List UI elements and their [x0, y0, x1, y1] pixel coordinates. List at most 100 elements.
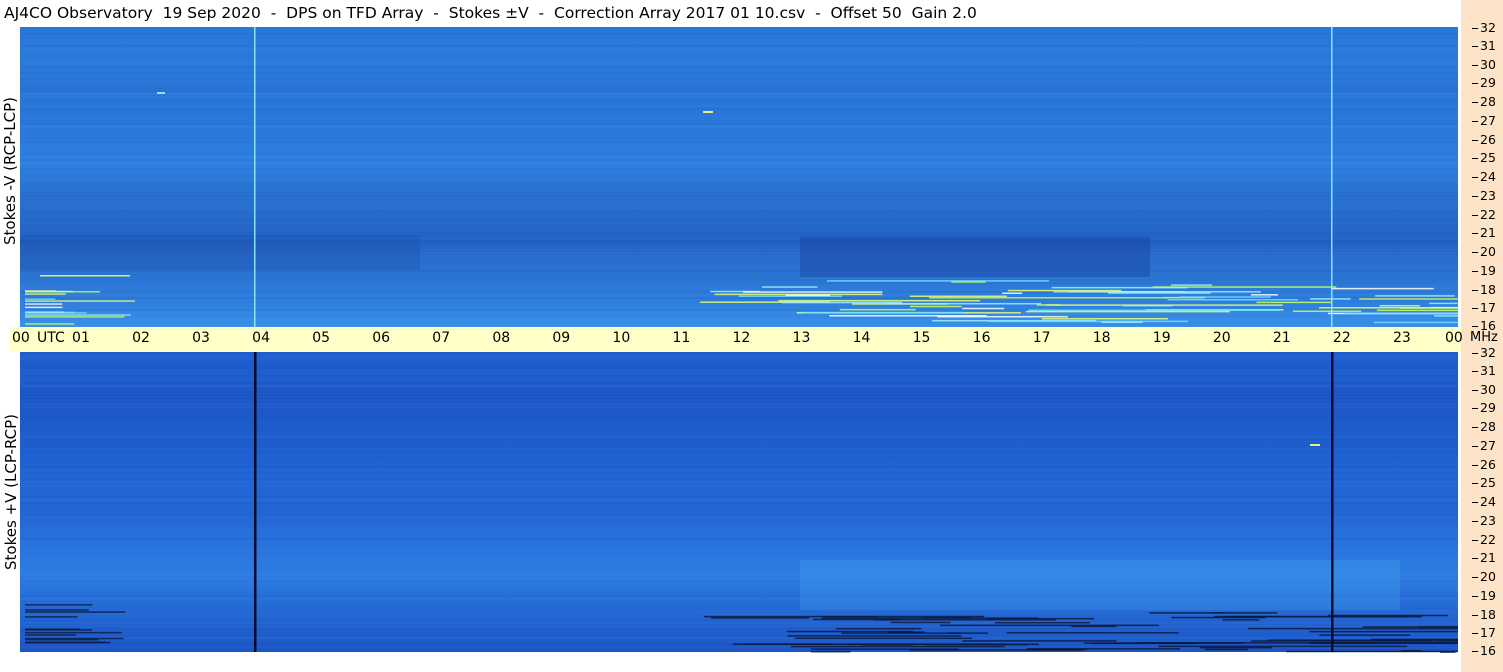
rfi-streak — [743, 643, 831, 645]
y-tick-mark — [1472, 28, 1478, 29]
spectrogram-band — [20, 162, 1458, 164]
spectrogram-band — [20, 180, 1458, 182]
rfi-streak — [781, 301, 903, 304]
y-tick-label: 19 — [1480, 262, 1496, 278]
x-tick-label: 00 — [12, 330, 30, 346]
rfi-streak — [25, 611, 126, 613]
spectrogram-band — [20, 93, 1458, 95]
rfi-streak — [25, 291, 101, 293]
spectrogram-band — [20, 355, 1458, 357]
spectrogram-band — [20, 111, 1458, 113]
rfi-streak — [841, 632, 961, 634]
x-tick-label: 05 — [312, 330, 331, 346]
x-axis-unit-label: UTC — [37, 330, 65, 346]
spectrogram-band — [20, 48, 1458, 50]
spectrogram-band — [20, 421, 1458, 423]
rfi-streak — [810, 650, 851, 653]
x-tick-label: 10 — [612, 330, 631, 346]
spectrogram-band — [20, 445, 1458, 447]
rfi-streak — [1041, 318, 1168, 320]
y-tick-label: 30 — [1480, 56, 1496, 72]
x-tick-label: 06 — [372, 330, 391, 346]
y-tick-mark — [1472, 558, 1478, 560]
spectrogram-band — [20, 484, 1458, 486]
spectrogram-band — [20, 306, 1458, 308]
y-tick-mark — [1472, 177, 1478, 178]
y-tick-mark — [1472, 45, 1478, 47]
rfi-streak — [929, 296, 1167, 299]
y-tick-mark — [1472, 214, 1478, 216]
spectrogram-band — [20, 433, 1458, 435]
spectrogram-band — [20, 532, 1458, 534]
rfi-streak — [25, 323, 75, 325]
spectrogram-band — [20, 403, 1458, 405]
spectrogram-band — [20, 514, 1458, 516]
spectrogram-band — [20, 207, 1458, 209]
y-tick-label: 25 — [1480, 150, 1496, 166]
rfi-streak — [1006, 632, 1179, 634]
spectrogram-band — [20, 376, 1458, 378]
y-tick-label: 28 — [1480, 419, 1496, 434]
rfi-streak — [829, 315, 987, 317]
spectrogram-band — [20, 472, 1458, 474]
y-tick-label: 29 — [1480, 400, 1496, 416]
y-tick-mark — [1472, 353, 1478, 354]
y-tick-mark — [1472, 445, 1478, 447]
spectrogram-band — [20, 493, 1458, 495]
spectrogram-band — [20, 469, 1458, 471]
y-tick-mark — [1472, 408, 1478, 410]
x-tick-label: 07 — [432, 330, 451, 346]
rfi-streak — [1222, 619, 1260, 621]
y-tick-mark — [1472, 83, 1478, 85]
y-tick-label: 27 — [1480, 437, 1496, 453]
spectrogram-band — [20, 622, 1458, 624]
rfi-streak — [1330, 287, 1434, 290]
rfi-streak — [25, 631, 122, 634]
y-tick-label: 21 — [1480, 225, 1496, 241]
spectrogram-band — [20, 288, 1458, 290]
spectrogram-band — [20, 54, 1458, 56]
rfi-streak — [25, 628, 80, 630]
spectrogram-band — [20, 78, 1458, 80]
spectrogram-band — [20, 406, 1458, 408]
rfi-streak — [1002, 292, 1023, 294]
spectrogram-band — [20, 640, 1458, 642]
rfi-streak — [1359, 298, 1458, 300]
spectrogram-band — [20, 39, 1458, 41]
spectrogram-band — [20, 60, 1458, 62]
spectrogram-band — [20, 276, 1458, 278]
spectrogram-band — [20, 51, 1458, 53]
spectrogram-band — [20, 409, 1458, 411]
rfi-streak — [962, 640, 1117, 642]
spectrogram-band — [20, 550, 1458, 552]
spectrogram-band — [20, 120, 1458, 122]
x-tick-label: 17 — [1032, 330, 1051, 346]
x-tick-label: 19 — [1152, 330, 1171, 346]
rfi-streak — [1251, 640, 1458, 642]
spectrogram-band — [20, 526, 1458, 528]
spectrogram-band — [20, 279, 1458, 281]
rfi-streak — [25, 316, 125, 318]
spectrogram-band — [20, 150, 1458, 152]
rfi-streak — [778, 299, 981, 302]
y-tick-label: 28 — [1480, 94, 1496, 109]
x-tick-label: 12 — [732, 330, 751, 346]
y-tick-label: 20 — [1480, 569, 1496, 584]
y-tick-label: 18 — [1480, 281, 1496, 297]
y-tick-mark — [1472, 633, 1478, 635]
spectrogram-band — [20, 394, 1458, 396]
rfi-streak — [884, 302, 1042, 305]
spectrogram-band — [20, 523, 1458, 525]
spectrogram-band — [20, 556, 1458, 558]
y-tick-mark — [1472, 195, 1478, 197]
spectrogram-band — [20, 222, 1458, 224]
rfi-streak — [25, 293, 66, 295]
spectrogram-band — [20, 511, 1458, 513]
y-tick-mark — [1472, 595, 1478, 597]
rfi-streak — [711, 617, 810, 619]
rfi-streak — [1256, 301, 1332, 304]
spectrogram-band — [20, 81, 1458, 83]
spectrogram-band — [20, 132, 1458, 134]
spectrogram-band — [20, 487, 1458, 489]
y-tick-label: 27 — [1480, 112, 1496, 128]
